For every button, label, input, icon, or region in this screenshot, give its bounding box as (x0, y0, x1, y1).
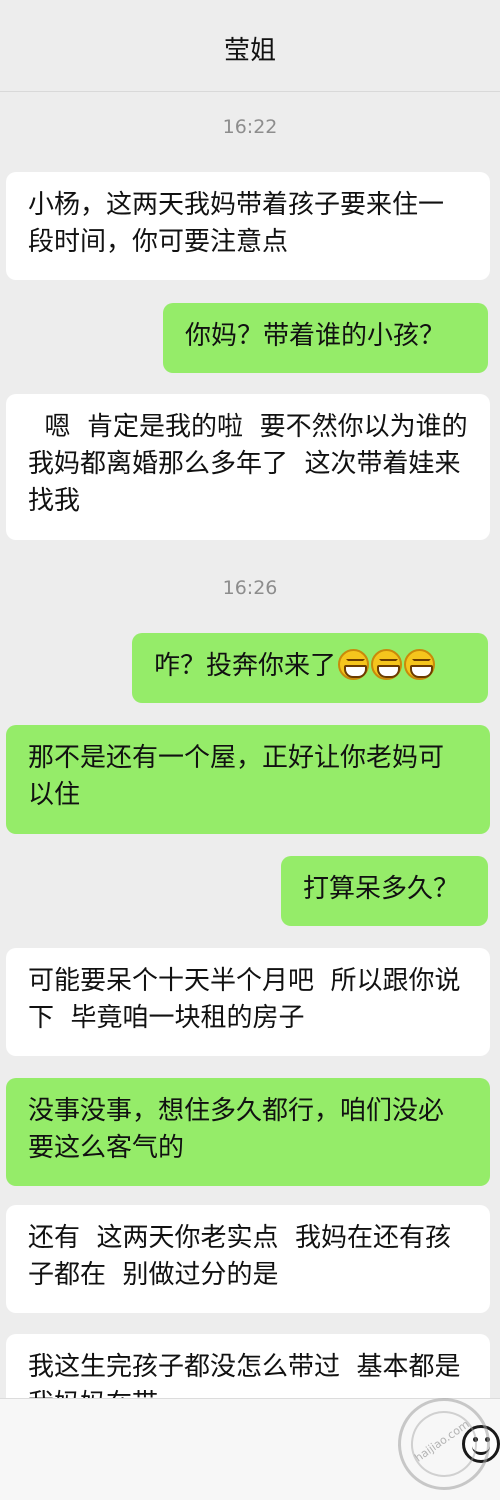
grin-icon (371, 649, 403, 680)
message-bubble-received[interactable]: 可能要呆个十天半个月吧 所以跟你说下 毕竟咱一块租的房子 (6, 948, 490, 1056)
message-bubble-received[interactable]: 还有 这两天你老实点 我妈在还有孩子都在 别做过分的是 (6, 1205, 490, 1313)
timestamp: 16:22 (222, 116, 278, 138)
timestamp: 16:26 (222, 577, 278, 599)
message-bubble-sent[interactable]: 没事没事，想住多久都行，咱们没必要这么客气的 (6, 1078, 490, 1186)
grin-icon (404, 649, 436, 680)
message-bubble-sent[interactable]: 咋？投奔你来了 (132, 633, 488, 703)
message-bubble-sent[interactable]: 你妈？带着谁的小孩？ (163, 303, 488, 373)
message-bubble-sent[interactable]: 那不是还有一个屋，正好让你老妈可以住 (6, 725, 490, 834)
message-bubble-received[interactable]: 小杨，这两天我妈带着孩子要来住一段时间，你可要注意点 (6, 172, 490, 280)
message-text: 咋？投奔你来了 (154, 651, 337, 681)
message-bubble-received[interactable]: 嗯 肯定是我的啦 要不然你以为谁的 我妈都离婚那么多年了 这次带着娃来找我 (6, 394, 490, 540)
message-bubble-sent[interactable]: 打算呆多久？ (281, 856, 488, 926)
chat-header: 莹姐 (0, 0, 500, 92)
contact-name[interactable]: 莹姐 (0, 30, 500, 67)
grin-icon (338, 649, 370, 680)
